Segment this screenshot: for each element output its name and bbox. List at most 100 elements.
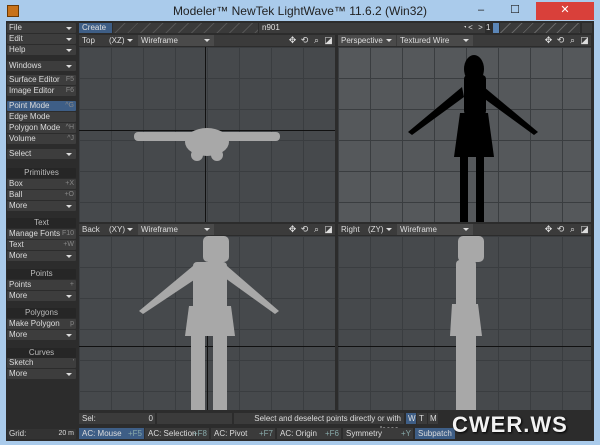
layers-dropdown[interactable]: [582, 23, 592, 33]
view-axes-label: (XZ): [109, 36, 125, 45]
sidebar-item-more[interactable]: More: [7, 291, 76, 301]
sidebar-item-edit[interactable]: Edit: [7, 34, 76, 44]
sidebar-item-label: Text: [34, 218, 49, 227]
sidebar-item-help[interactable]: Help: [7, 45, 76, 55]
sel-value: 0: [148, 414, 153, 423]
button-label: AC: Selection: [148, 429, 197, 438]
close-button[interactable]: ✕: [536, 2, 594, 20]
render-mode-label: Wireframe: [141, 225, 178, 234]
render-mode-dropdown[interactable]: Wireframe: [138, 224, 214, 235]
maximize-view-icon[interactable]: ◪: [323, 224, 334, 235]
render-mode-dropdown[interactable]: Wireframe: [138, 35, 214, 46]
view-type-dropdown[interactable]: Back (XY): [79, 224, 137, 235]
maximize-view-icon[interactable]: ◪: [579, 224, 590, 235]
move-view-icon[interactable]: ✥: [543, 224, 554, 235]
sidebar-item-label: Points: [9, 280, 32, 289]
sidebar-item-volume[interactable]: Volume ^J: [7, 134, 76, 144]
view-type-label: Right: [341, 225, 360, 234]
rotate-view-icon[interactable]: ⟲: [555, 35, 566, 46]
sidebar-item-windows[interactable]: Windows: [7, 61, 76, 71]
view-axes-label: (XY): [109, 225, 125, 234]
sidebar-item-image-editor[interactable]: Image Editor F6: [7, 86, 76, 96]
sidebar-item-label: Ball: [9, 190, 23, 199]
shortcut-label: ^H: [65, 124, 74, 131]
tab-create[interactable]: Create: [79, 23, 112, 33]
sidebar-item-label: More: [9, 291, 28, 300]
view-axes-label: (ZY): [368, 225, 384, 234]
button-ac-pivot[interactable]: AC: Pivot +F7: [211, 428, 275, 439]
sidebar-item-make-polygon[interactable]: Make Polygon p: [7, 319, 76, 329]
shortcut-label: +O: [64, 191, 74, 198]
render-mode-dropdown[interactable]: Textured Wire: [397, 35, 473, 46]
rotate-view-icon[interactable]: ⟲: [299, 224, 310, 235]
viewport-header-top: Top (XZ) Wireframe ✥ ⟲ ⌕ ◪: [79, 35, 335, 46]
sidebar-item-more[interactable]: More: [7, 369, 76, 379]
watermark: CWER.WS: [452, 412, 568, 437]
button-label: AC: Origin: [280, 429, 317, 438]
button-symmetry[interactable]: Symmetry +Y: [343, 428, 413, 439]
view-type-dropdown[interactable]: Perspective: [338, 35, 396, 46]
render-mode-label: Textured Wire: [400, 36, 450, 45]
prev-layer-button[interactable]: <: [466, 23, 475, 33]
sidebar-item-box[interactable]: Box +X: [7, 179, 76, 189]
sidebar-item-more[interactable]: More: [7, 251, 76, 261]
maximize-view-icon[interactable]: ◪: [579, 35, 590, 46]
sidebar-item-label: Select: [9, 149, 32, 158]
sidebar-item-ball[interactable]: Ball +O: [7, 190, 76, 200]
sidebar-item-label: More: [9, 330, 28, 339]
status-message: Select and deselect points directly or w…: [234, 413, 404, 434]
sidebar-item-file[interactable]: File: [7, 23, 76, 33]
layer-1-button[interactable]: [493, 23, 499, 33]
view-type-dropdown[interactable]: Top (XZ): [79, 35, 137, 46]
layer-buttons[interactable]: [500, 23, 580, 33]
minimize-button[interactable]: –: [466, 2, 496, 20]
zoom-view-icon[interactable]: ⌕: [311, 224, 322, 235]
render-mode-dropdown[interactable]: Wireframe: [397, 224, 473, 235]
zoom-view-icon[interactable]: ⌕: [567, 35, 578, 46]
zoom-view-icon[interactable]: ⌕: [311, 35, 322, 46]
button-ac-origin[interactable]: AC: Origin +F6: [277, 428, 341, 439]
sidebar-item-polygon-mode[interactable]: Polygon Mode ^H: [7, 123, 76, 133]
next-layer-button[interactable]: >: [476, 23, 485, 33]
view-mode-m[interactable]: M: [428, 413, 438, 424]
object-selector[interactable]: n901: [259, 23, 481, 33]
sidebar-item-more[interactable]: More: [7, 330, 76, 340]
viewport-header-right: Right (ZY) Wireframe ✥ ⟲ ⌕ ◪: [338, 224, 591, 235]
button-ac-selection[interactable]: AC: Selection +F8: [145, 428, 209, 439]
view-mode-t[interactable]: T: [417, 413, 427, 424]
maximize-view-icon[interactable]: ◪: [323, 35, 334, 46]
button-ac-mouse[interactable]: AC: Mouse +F5: [79, 428, 144, 439]
sidebar-item-edge-mode[interactable]: Edge Mode: [7, 112, 76, 122]
sidebar-item-manage-fonts[interactable]: Manage Fonts F10: [7, 229, 76, 239]
move-view-icon[interactable]: ✥: [287, 35, 298, 46]
maximize-button[interactable]: ☐: [500, 2, 530, 20]
rotate-view-icon[interactable]: ⟲: [555, 224, 566, 235]
shortcut-label: +F6: [324, 429, 339, 438]
sidebar-item-points[interactable]: Points +: [7, 280, 76, 290]
empty-tabs[interactable]: [113, 23, 258, 33]
viewport-right[interactable]: [338, 236, 591, 410]
button-subpatch[interactable]: Subpatch: [415, 428, 455, 439]
sidebar-item-more[interactable]: More: [7, 201, 76, 211]
sidebar-item-select[interactable]: Select: [7, 149, 76, 159]
rotate-view-icon[interactable]: ⟲: [299, 35, 310, 46]
viewport-top[interactable]: [79, 47, 335, 222]
sidebar-item-label: Make Polygon: [9, 319, 60, 328]
viewport-perspective[interactable]: [338, 47, 591, 222]
sidebar-item-sketch[interactable]: Sketch ': [7, 358, 76, 368]
zoom-view-icon[interactable]: ⌕: [567, 224, 578, 235]
sidebar-item-surface-editor[interactable]: Surface Editor F5: [7, 75, 76, 85]
move-view-icon[interactable]: ✥: [543, 35, 554, 46]
shortcut-label: ^J: [67, 135, 74, 142]
sidebar-item-point-mode[interactable]: Point Mode ^G: [7, 101, 76, 111]
sidebar-item-label: Edge Mode: [9, 112, 50, 121]
shortcut-label: ^G: [65, 102, 74, 109]
status-blank: [157, 413, 232, 424]
view-mode-w[interactable]: W: [406, 413, 416, 424]
viewport-back[interactable]: [79, 236, 335, 410]
move-view-icon[interactable]: ✥: [287, 224, 298, 235]
section-header-primitives: Primitives: [7, 168, 76, 178]
view-type-dropdown[interactable]: Right (ZY): [338, 224, 396, 235]
section-header-curves: Curves: [7, 348, 76, 358]
sidebar-item-text[interactable]: Text +W: [7, 240, 76, 250]
